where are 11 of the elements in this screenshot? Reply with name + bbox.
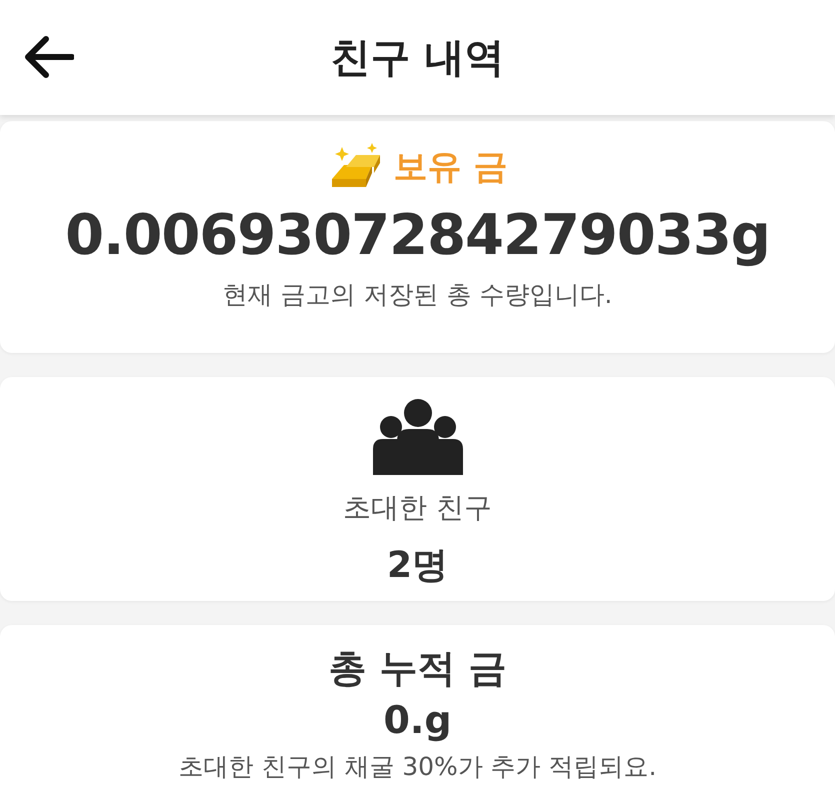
back-arrow-icon[interactable] [22,35,74,79]
friends-count: 2명 [386,544,448,588]
people-icon [372,399,462,475]
balance-amount: 0.0069307284279033g [65,203,770,268]
page-title: 친구 내역 [330,34,504,83]
balance-label: 보유 금 [394,146,508,189]
accumulated-title: 총 누적 금 [328,645,507,692]
accumulated-amount: 0.g [383,698,452,742]
balance-caption: 현재 금고의 저장된 총 수량입니다. [222,279,612,311]
friends-label: 초대한 친구 [343,490,492,526]
accumulated-caption: 초대한 친구의 채굴 30%가 추가 적립되요. [178,751,657,783]
